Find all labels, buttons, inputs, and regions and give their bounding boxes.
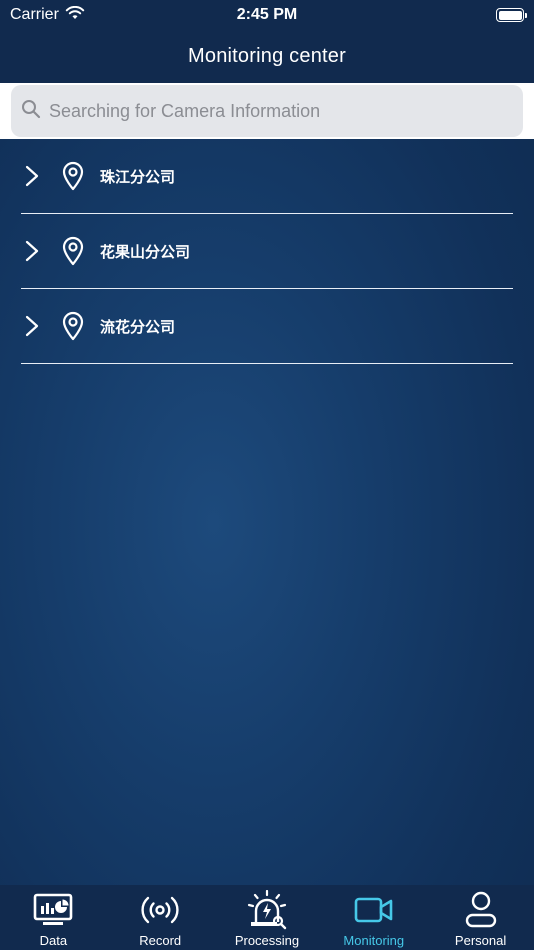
battery-icon [496, 8, 527, 22]
tab-personal[interactable]: Personal [428, 885, 534, 950]
tab-data[interactable]: Data [0, 885, 106, 950]
tab-bar: Data Record Processing Monitoring Person… [0, 885, 534, 950]
chevron-right-icon[interactable] [25, 165, 53, 187]
video-camera-icon [354, 890, 394, 930]
tab-processing[interactable]: Processing [214, 885, 320, 950]
search-box[interactable] [11, 85, 523, 137]
branch-list: 珠江分公司 花果山分公司 流花分公司 [21, 139, 513, 364]
status-bar: Carrier 2:45 PM [0, 0, 534, 30]
branch-label: 流花分公司 [100, 317, 176, 336]
broadcast-icon [140, 890, 180, 930]
search-icon [21, 99, 41, 124]
list-item[interactable]: 花果山分公司 [21, 214, 513, 289]
list-item[interactable]: 珠江分公司 [21, 139, 513, 214]
page-title: Monitoring center [188, 45, 346, 67]
list-item[interactable]: 流花分公司 [21, 289, 513, 364]
carrier-label: Carrier [10, 6, 59, 23]
tab-label: Record [139, 933, 182, 948]
tab-record[interactable]: Record [107, 885, 213, 950]
branch-label: 花果山分公司 [100, 242, 191, 261]
person-icon [464, 890, 498, 930]
tab-label: Monitoring [343, 933, 405, 948]
alarm-light-icon [246, 890, 288, 930]
location-pin-icon [61, 236, 87, 266]
tab-label: Personal [454, 933, 507, 948]
tab-label: Data [39, 933, 68, 948]
search-input[interactable] [49, 100, 489, 122]
monitor-chart-icon [33, 890, 73, 930]
location-pin-icon [61, 311, 87, 341]
tab-monitoring[interactable]: Monitoring [321, 885, 427, 950]
chevron-right-icon[interactable] [25, 315, 53, 337]
wifi-icon [65, 5, 85, 25]
search-bar [0, 83, 534, 139]
nav-bar: Monitoring center [0, 30, 534, 83]
location-pin-icon [61, 161, 87, 191]
chevron-right-icon[interactable] [25, 240, 53, 262]
branch-label: 珠江分公司 [100, 167, 176, 186]
tab-label: Processing [234, 933, 300, 948]
